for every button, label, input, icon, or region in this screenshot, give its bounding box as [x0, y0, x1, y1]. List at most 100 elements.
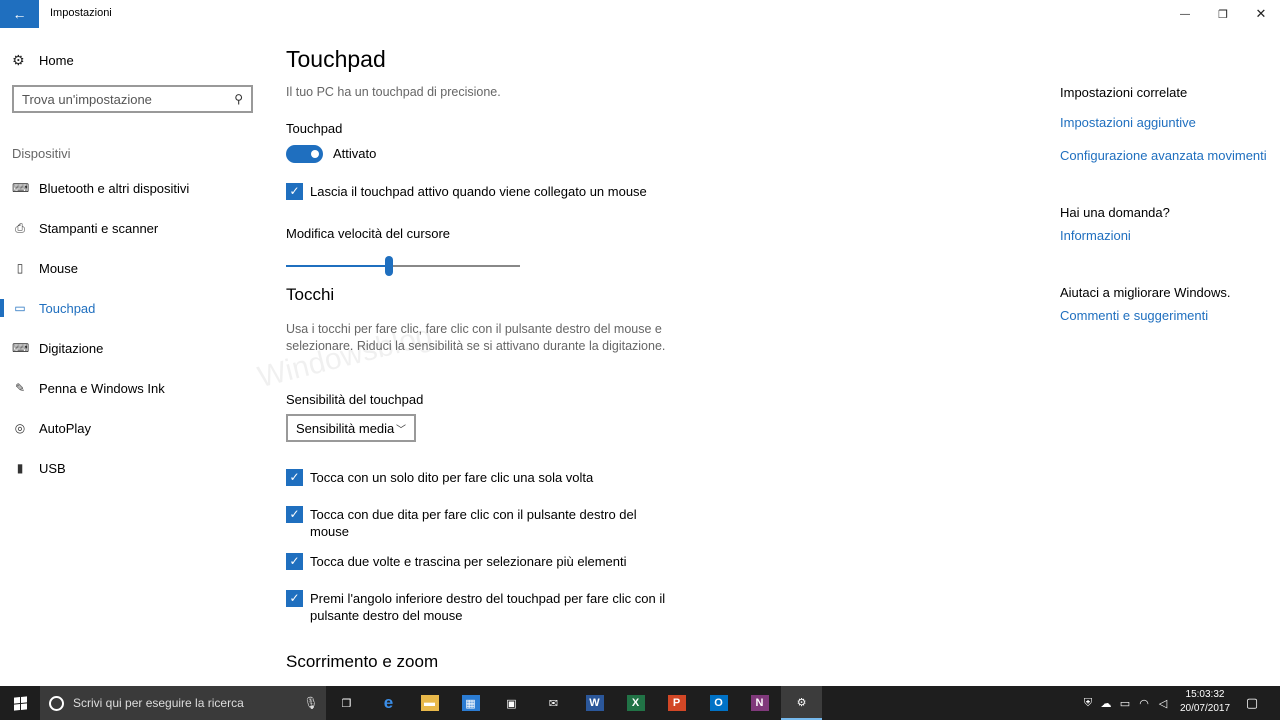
- sidebar-item-label: Digitazione: [39, 340, 104, 356]
- taskbar-search[interactable]: Scrivi qui per eseguire la ricerca 🎙: [40, 686, 326, 720]
- settings-icon: ⚙: [792, 694, 811, 710]
- sidebar-item-label: Mouse: [39, 260, 79, 276]
- word-icon: W: [585, 695, 604, 711]
- tap-option-label: Premi l'angolo inferiore destro del touc…: [310, 591, 666, 623]
- calculator-taskbar-button[interactable]: ▦: [450, 686, 491, 720]
- sidebar-nav: ⌨ Bluetooth e altri dispositivi ⎙ Stampanti…: [0, 168, 270, 488]
- pen-icon: ✎: [14, 381, 26, 395]
- mouse-icon: ▯: [16, 261, 24, 275]
- sidebar-item-penna[interactable]: ✎ Penna e Windows Ink: [0, 368, 270, 408]
- defender-icon[interactable]: ⛨: [1078, 686, 1098, 720]
- minimize-button[interactable]: —: [1166, 0, 1204, 28]
- checkbox-checked-icon[interactable]: ✓: [286, 183, 303, 200]
- chevron-down-icon: ﹀: [396, 424, 406, 436]
- tap-option-two-fingers[interactable]: ✓ Tocca con due dita per fare clic con i…: [286, 506, 670, 540]
- file-explorer-taskbar-button[interactable]: ▬: [409, 686, 450, 720]
- battery-icon[interactable]: ▭: [1116, 686, 1134, 720]
- back-arrow-icon: ←: [12, 6, 27, 22]
- gear-icon: ⚙: [12, 52, 25, 68]
- bluetooth-devices-icon: ⌨: [12, 181, 30, 195]
- sidebar-item-mouse[interactable]: ▯ Mouse: [0, 248, 270, 288]
- settings-taskbar-button[interactable]: ⚙: [781, 686, 822, 720]
- checkbox-checked-icon[interactable]: ✓: [286, 590, 303, 607]
- minimize-icon: —: [1180, 8, 1190, 20]
- touchpad-toggle[interactable]: [286, 145, 323, 163]
- keep-active-option[interactable]: ✓ Lascia il touchpad attivo quando viene…: [286, 183, 710, 200]
- sidebar-item-touchpad[interactable]: ▭ Touchpad: [0, 288, 270, 328]
- checkbox-checked-icon[interactable]: ✓: [286, 553, 303, 570]
- page-subtitle: Il tuo PC ha un touchpad di precisione.: [286, 85, 501, 99]
- search-placeholder: Trova un'impostazione: [22, 91, 152, 107]
- clock[interactable]: 15:03:32 20/07/2017: [1174, 688, 1236, 716]
- touchpad-label: Touchpad: [286, 121, 343, 136]
- advanced-gestures-link[interactable]: Configurazione avanzata movimenti: [1060, 148, 1267, 163]
- sidebar-item-bluetooth[interactable]: ⌨ Bluetooth e altri dispositivi: [0, 168, 270, 208]
- sidebar: ⚙ Home Trova un'impostazione ⚲ Dispositi…: [0, 28, 270, 686]
- tap-option-label: Tocca con un solo dito per fare clic una…: [310, 470, 594, 485]
- outlook-taskbar-button[interactable]: O: [698, 686, 739, 720]
- sensitivity-dropdown[interactable]: Sensibilità media ﹀: [286, 414, 416, 442]
- feedback-link[interactable]: Commenti e suggerimenti: [1060, 308, 1208, 323]
- back-button[interactable]: ←: [0, 0, 39, 28]
- toggle-state-label: Attivato: [333, 146, 377, 161]
- sidebar-item-label: Stampanti e scanner: [39, 220, 159, 236]
- onenote-taskbar-button[interactable]: N: [739, 686, 780, 720]
- close-button[interactable]: ✕: [1242, 0, 1280, 28]
- section-label: Dispositivi: [12, 146, 71, 161]
- info-link[interactable]: Informazioni: [1060, 228, 1131, 243]
- tap-option-corner[interactable]: ✓ Premi l'angolo inferiore destro del to…: [286, 590, 670, 624]
- sidebar-item-usb[interactable]: ▮ USB: [0, 448, 270, 488]
- search-input[interactable]: Trova un'impostazione ⚲: [12, 85, 253, 113]
- search-icon: ⚲: [234, 92, 243, 106]
- sidebar-item-autoplay[interactable]: ◎ AutoPlay: [0, 408, 270, 448]
- mail-taskbar-button[interactable]: ✉: [533, 686, 574, 720]
- edge-taskbar-button[interactable]: e: [368, 686, 409, 720]
- autoplay-icon: ◎: [14, 421, 26, 435]
- powerpoint-taskbar-button[interactable]: P: [656, 686, 697, 720]
- usb-icon: ▮: [16, 461, 24, 475]
- additional-settings-link[interactable]: Impostazioni aggiuntive: [1060, 115, 1196, 130]
- taskbar-search-placeholder: Scrivi qui per eseguire la ricerca: [73, 696, 244, 710]
- wifi-icon[interactable]: ◠: [1136, 686, 1152, 720]
- powerpoint-icon: P: [667, 695, 686, 711]
- maximize-button[interactable]: ❐: [1204, 0, 1242, 28]
- tap-option-double-drag[interactable]: ✓ Tocca due volte e trascina per selezio…: [286, 553, 670, 570]
- volume-icon[interactable]: ◁: [1155, 686, 1171, 720]
- excel-taskbar-button[interactable]: X: [615, 686, 656, 720]
- keep-active-label: Lascia il touchpad attivo quando viene c…: [310, 184, 647, 199]
- taps-heading: Tocchi: [286, 285, 335, 304]
- checkbox-checked-icon[interactable]: ✓: [286, 506, 303, 523]
- clock-time: 15:03:32: [1185, 689, 1225, 700]
- store-icon: ▣: [502, 695, 521, 711]
- slider-thumb[interactable]: [385, 256, 393, 276]
- slider-fill: [286, 265, 385, 267]
- sidebar-item-stampanti[interactable]: ⎙ Stampanti e scanner: [0, 208, 270, 248]
- sidebar-item-label: AutoPlay: [39, 420, 92, 436]
- store-taskbar-button[interactable]: ▣: [491, 686, 532, 720]
- mail-icon: ✉: [544, 695, 563, 711]
- touchpad-icon: ▭: [14, 301, 26, 315]
- sidebar-item-label: Bluetooth e altri dispositivi: [39, 180, 190, 196]
- home-link[interactable]: ⚙ Home: [12, 52, 74, 69]
- microphone-icon[interactable]: 🎙: [296, 696, 326, 710]
- printer-icon: ⎙: [15, 220, 25, 235]
- related-heading: Impostazioni correlate: [1060, 85, 1188, 100]
- start-button[interactable]: [0, 686, 40, 720]
- checkbox-checked-icon[interactable]: ✓: [286, 469, 303, 486]
- window-title: Impostazioni: [50, 7, 112, 19]
- sidebar-item-label: Penna e Windows Ink: [39, 380, 165, 396]
- onedrive-icon[interactable]: ☁: [1098, 686, 1114, 720]
- calculator-icon: ▦: [461, 695, 480, 711]
- sidebar-item-label: USB: [39, 460, 66, 476]
- home-label: Home: [39, 53, 74, 68]
- toggle-knob: [311, 150, 319, 158]
- title-bar: ← Impostazioni — ❐ ✕: [0, 0, 1280, 28]
- task-view-taskbar-button[interactable]: ❐: [326, 686, 367, 720]
- sensitivity-label: Sensibilità del touchpad: [286, 392, 424, 407]
- tap-option-single[interactable]: ✓ Tocca con un solo dito per fare clic u…: [286, 469, 670, 486]
- notification-center-icon[interactable]: ▢: [1242, 686, 1262, 720]
- cortana-icon: [49, 695, 64, 711]
- word-taskbar-button[interactable]: W: [574, 686, 615, 720]
- sidebar-item-digitazione[interactable]: ⌨ Digitazione: [0, 328, 270, 368]
- cursor-speed-slider[interactable]: [286, 256, 520, 276]
